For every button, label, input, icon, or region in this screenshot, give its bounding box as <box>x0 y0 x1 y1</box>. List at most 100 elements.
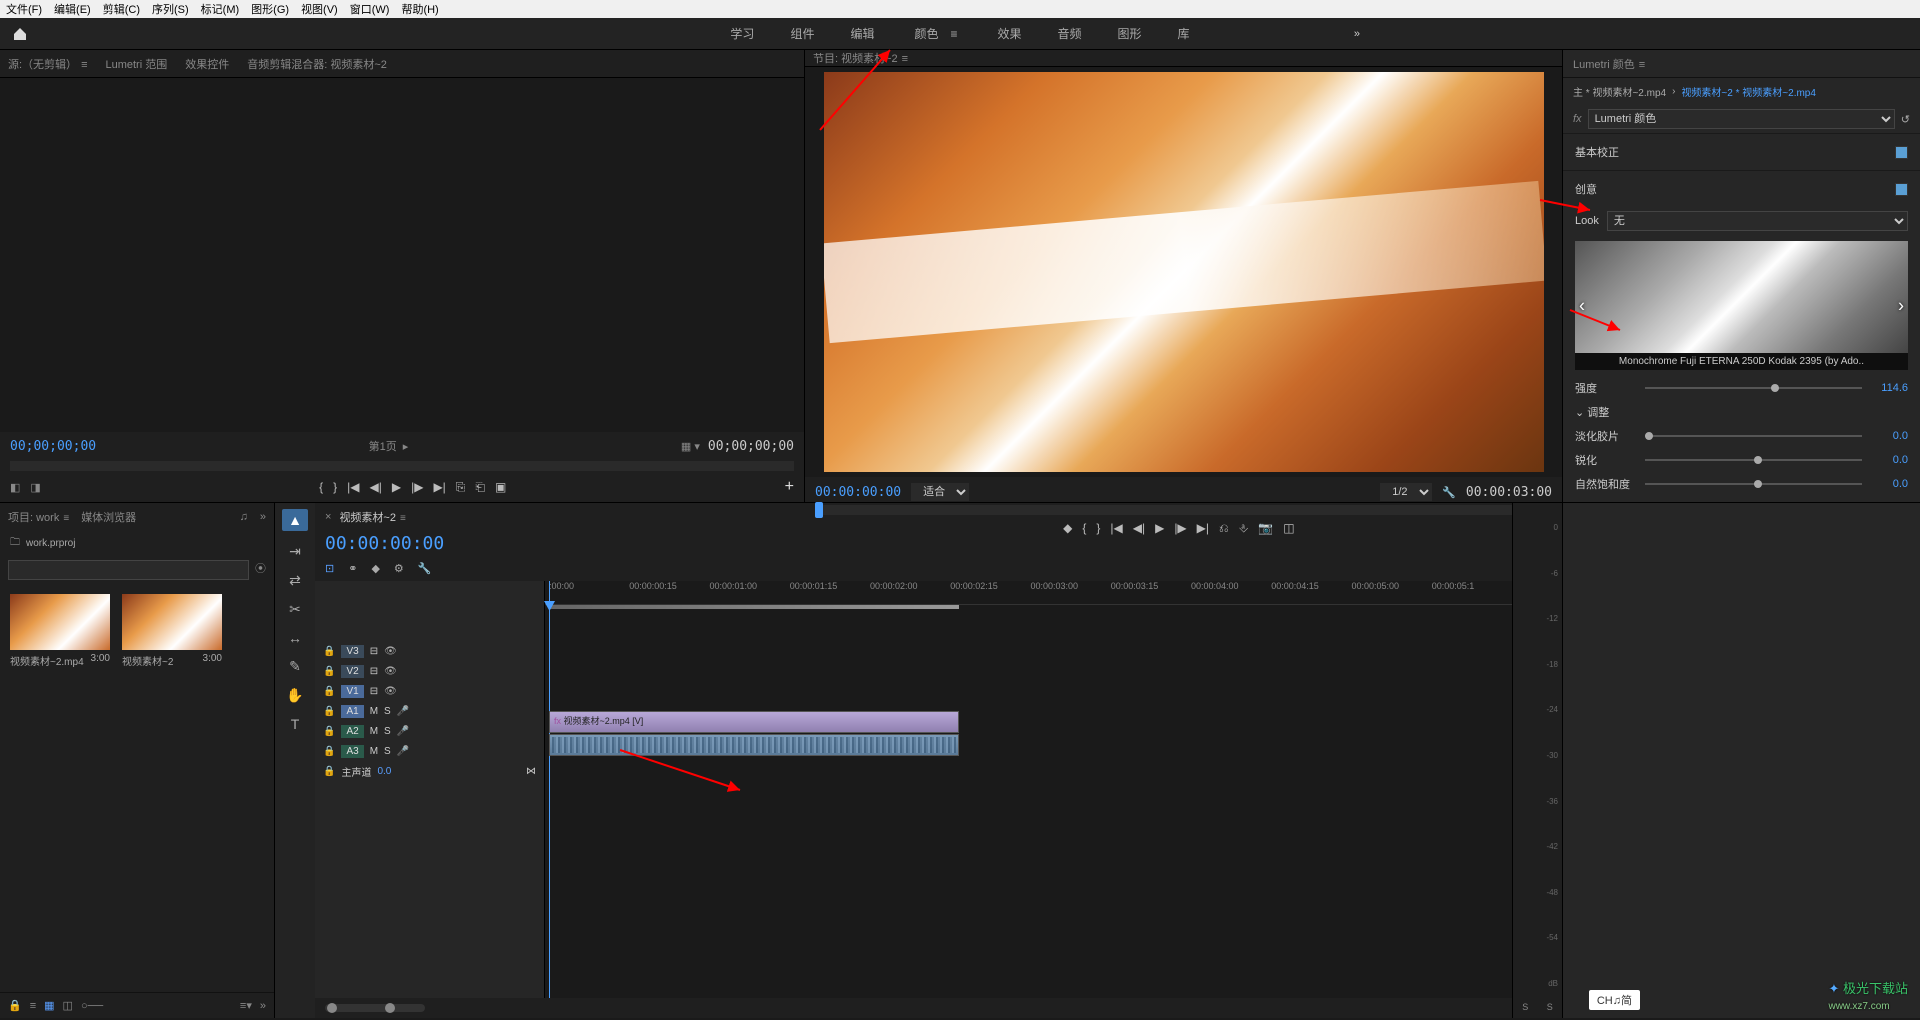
faded-film-value[interactable]: 0.0 <box>1870 430 1908 442</box>
intensity-slider[interactable] <box>1645 387 1862 389</box>
step-forward-icon[interactable]: |▶ <box>1174 521 1186 535</box>
adjustments-disclosure[interactable]: ⌄ 调整 <box>1563 400 1920 424</box>
workspace-libraries[interactable]: 库 <box>1174 17 1194 50</box>
workspace-editing[interactable]: 编辑 <box>846 17 878 50</box>
tab-lumetri-color[interactable]: Lumetri 颜色≡ <box>1573 56 1645 72</box>
menu-file[interactable]: 文件(F) <box>6 1 42 17</box>
tracks-area[interactable]: :00:0000:00:00:1500:00:01:00 00:00:01:15… <box>545 581 1512 998</box>
lock-icon[interactable]: 🔒 <box>8 999 22 1012</box>
work-area-bar[interactable] <box>549 605 959 609</box>
wrench-icon[interactable]: 🔧 <box>1442 486 1456 499</box>
go-in-icon[interactable]: |◀ <box>347 480 359 494</box>
solo-left[interactable]: S <box>1522 1002 1528 1012</box>
solo-right[interactable]: S <box>1547 1002 1553 1012</box>
checkbox-creative[interactable] <box>1895 183 1908 196</box>
sharpen-value[interactable]: 0.0 <box>1870 454 1908 466</box>
voice-icon[interactable]: 🎤 <box>397 746 409 757</box>
menu-edit[interactable]: 编辑(E) <box>54 1 91 17</box>
lift-icon[interactable]: ⎌ <box>1219 521 1229 536</box>
sequence-tab[interactable]: 视频素材~2≡ <box>339 509 405 525</box>
tab-source[interactable]: 源:（无剪辑）≡ <box>8 56 87 72</box>
workspace-learn[interactable]: 学习 <box>726 17 758 50</box>
tab-libraries-icon[interactable]: ♫ <box>240 511 248 523</box>
solo-icon[interactable]: S <box>384 746 391 757</box>
lock-icon[interactable]: 🔒 <box>323 646 335 657</box>
lock-icon[interactable]: 🔒 <box>323 726 335 737</box>
section-basic-correction[interactable]: 基本校正 <box>1563 133 1920 170</box>
hand-tool-icon[interactable]: ✋ <box>286 687 303 704</box>
workspace-graphics[interactable]: 图形 <box>1114 17 1146 50</box>
voice-icon[interactable]: 🎤 <box>397 706 409 717</box>
faded-film-slider[interactable] <box>1645 435 1862 437</box>
time-ruler[interactable]: :00:0000:00:00:1500:00:01:00 00:00:01:15… <box>545 581 1512 605</box>
lock-icon[interactable]: 🔒 <box>323 686 335 697</box>
menu-help[interactable]: 帮助(H) <box>401 1 438 17</box>
marker-icon[interactable]: ◆ <box>371 562 379 575</box>
playhead[interactable] <box>549 581 550 998</box>
master-level[interactable]: 0.0 <box>377 766 391 777</box>
toggle-output-icon[interactable]: ⊟ <box>370 686 378 697</box>
collapse-icon[interactable]: ⋈ <box>526 766 536 777</box>
sequence-clip-link[interactable]: 视频素材~2 * 视频素材~2.mp4 <box>1681 84 1815 99</box>
tab-program[interactable]: 节目: 视频素材~2≡ <box>813 50 908 66</box>
settings-icon[interactable]: ⚙ <box>394 562 404 575</box>
mute-icon[interactable]: M <box>370 726 378 737</box>
razor-tool-icon[interactable]: ✂ <box>289 601 301 618</box>
program-tc-left[interactable]: 00:00:00:00 <box>815 485 901 500</box>
page-selector[interactable]: 第1页 <box>369 438 397 454</box>
eye-icon[interactable]: 👁 <box>384 686 397 697</box>
insert-icon[interactable]: ⎘ <box>456 480 466 495</box>
ripple-edit-tool-icon[interactable]: ⇄ <box>289 572 301 589</box>
menu-window[interactable]: 窗口(W) <box>350 1 390 17</box>
tab-media-browser[interactable]: 媒体浏览器 <box>81 509 136 525</box>
page-next-icon[interactable]: ▸ <box>403 440 409 453</box>
overwrite-icon[interactable]: ⎗ <box>475 480 485 495</box>
add-button-icon[interactable]: + <box>785 478 794 496</box>
filter-icon[interactable]: ⦿ <box>255 560 266 580</box>
sort-icon[interactable]: ≡▾ <box>240 999 252 1012</box>
go-in-icon[interactable]: |◀ <box>1110 521 1122 535</box>
go-out-icon[interactable]: ▶| <box>1197 521 1209 535</box>
lock-icon[interactable]: 🔒 <box>323 706 335 717</box>
sharpen-slider[interactable] <box>1645 459 1862 461</box>
look-prev-icon[interactable]: ‹ <box>1579 295 1585 316</box>
play-icon[interactable]: ▶ <box>392 480 401 494</box>
toggle-output-icon[interactable]: ⊟ <box>370 666 378 677</box>
mark-in-icon[interactable]: { <box>1082 521 1086 535</box>
go-out-icon[interactable]: ▶| <box>433 480 445 494</box>
home-icon[interactable] <box>0 18 40 50</box>
track-select-tool-icon[interactable]: ⇥ <box>289 543 301 560</box>
close-icon[interactable]: × <box>325 511 331 523</box>
vibrance-value[interactable]: 0.0 <box>1870 478 1908 490</box>
track-v2[interactable]: V2 <box>341 665 363 678</box>
master-clip-label[interactable]: 主 * 视频素材~2.mp4 <box>1573 84 1666 99</box>
track-master[interactable]: 主声道 <box>341 764 371 779</box>
source-scrubber[interactable] <box>10 461 794 471</box>
lock-icon[interactable]: 🔒 <box>323 766 335 777</box>
solo-icon[interactable]: S <box>384 706 391 717</box>
mark-in-icon[interactable]: { <box>319 480 323 494</box>
zoom-slider-icon[interactable]: ○── <box>81 1000 103 1012</box>
tab-project[interactable]: 项目: work≡ <box>8 509 69 525</box>
step-back-icon[interactable]: ◀| <box>369 480 381 494</box>
list-view-icon[interactable]: ≡ <box>30 1000 36 1012</box>
video-clip[interactable]: fx 视频素材~2.mp4 [V] <box>549 711 959 733</box>
audio-clip[interactable] <box>549 734 959 756</box>
menu-graphics[interactable]: 图形(G) <box>251 1 289 17</box>
solo-icon[interactable]: S <box>384 726 391 737</box>
reset-icon[interactable]: ↺ <box>1901 113 1910 126</box>
zoom-scroll-bar[interactable] <box>325 1004 425 1012</box>
export-frame-icon[interactable]: ▣ <box>495 480 506 494</box>
marker-action-icon[interactable]: ◧ <box>10 481 20 494</box>
effect-select[interactable]: Lumetri 颜色 <box>1588 109 1895 129</box>
freeform-view-icon[interactable]: ◫ <box>63 999 73 1012</box>
workspace-overflow-icon[interactable]: » <box>1354 28 1360 40</box>
look-select[interactable]: 无 <box>1607 211 1908 231</box>
mute-icon[interactable]: M <box>370 706 378 717</box>
marker-action2-icon[interactable]: ◨ <box>30 481 40 494</box>
more-icon[interactable]: » <box>260 1000 266 1012</box>
menu-marker[interactable]: 标记(M) <box>201 1 240 17</box>
mute-icon[interactable]: M <box>370 746 378 757</box>
look-next-icon[interactable]: › <box>1898 295 1904 316</box>
step-back-icon[interactable]: ◀| <box>1133 521 1145 535</box>
